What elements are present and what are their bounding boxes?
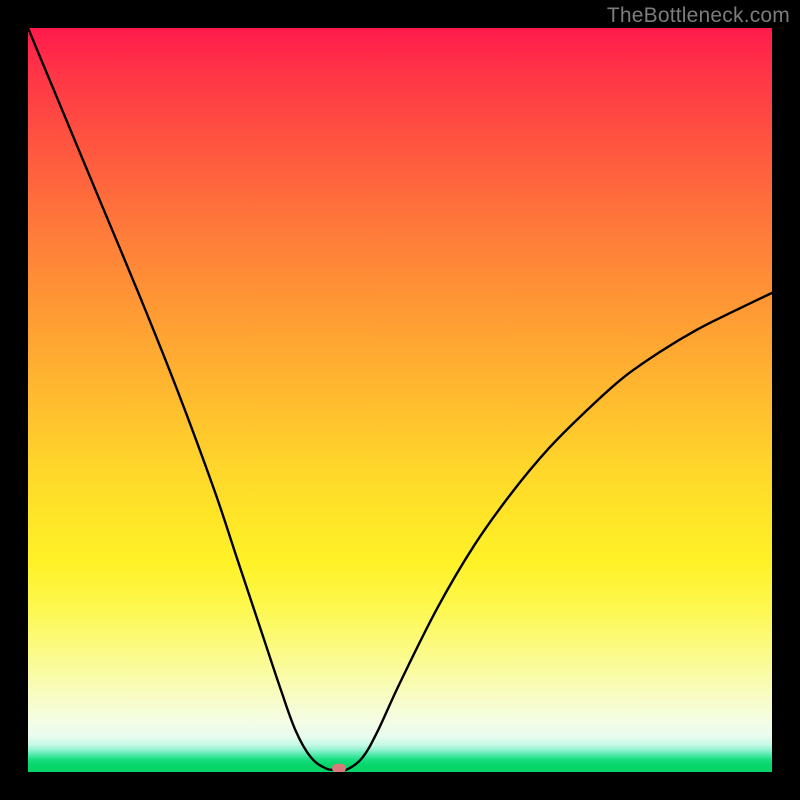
- optimum-marker: [332, 764, 346, 772]
- chart-plot-area: [28, 28, 772, 772]
- chart-frame: TheBottleneck.com: [0, 0, 800, 800]
- chart-svg: [28, 28, 772, 772]
- bottleneck-curve: [28, 28, 772, 770]
- watermark-text: TheBottleneck.com: [607, 4, 790, 28]
